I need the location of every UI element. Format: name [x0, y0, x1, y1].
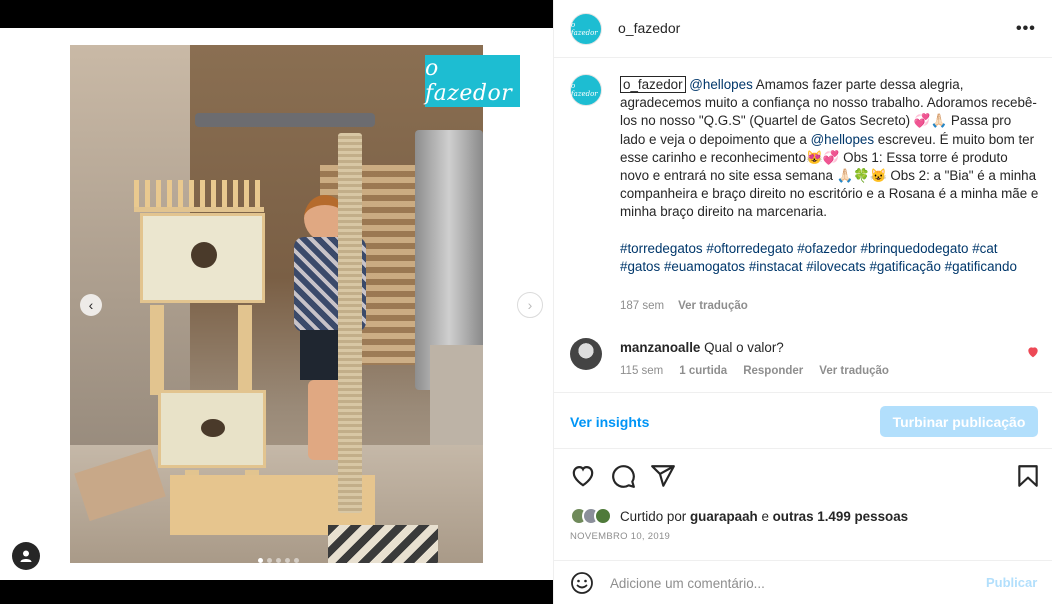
brand-logo-badge: o fazedor [425, 55, 520, 107]
caption-mention[interactable]: @hellopes [811, 132, 874, 147]
comment-icon[interactable] [610, 463, 636, 489]
insights-row: Ver insights Turbinar publicação [554, 392, 1052, 449]
more-options-icon[interactable]: ••• [1016, 20, 1036, 38]
commenter-username[interactable]: manzanoalle [620, 340, 700, 355]
caption-avatar[interactable]: o fazedor [570, 74, 602, 106]
chevron-right-icon: › [527, 297, 533, 313]
boost-post-label: Turbinar publicação [892, 413, 1026, 430]
hashtag-link[interactable]: #euamogatos [664, 259, 745, 274]
tower-leg [238, 305, 252, 395]
hashtag-link[interactable]: #torredegatos [620, 241, 703, 256]
hashtag-link[interactable]: #gatificando [945, 259, 1017, 274]
post-header: o fazedor o_fazedor ••• [554, 0, 1052, 58]
likes-prefix: Curtido por [620, 508, 687, 524]
chevron-left-icon: ‹ [88, 297, 94, 313]
publish-button[interactable]: Publicar [986, 575, 1037, 590]
view-insights-link[interactable]: Ver insights [570, 414, 649, 430]
cat-tower-rail [134, 180, 264, 212]
scratching-post [338, 133, 362, 513]
add-comment-bar: Publicar [554, 560, 1052, 604]
tagged-users-button[interactable] [12, 542, 40, 570]
hashtag-link[interactable]: #ofazedor [797, 241, 857, 256]
comment-translate-link[interactable]: Ver tradução [819, 365, 889, 377]
carousel-prev-button[interactable]: ‹ [80, 294, 102, 316]
comment-time[interactable]: 115 sem [620, 365, 663, 377]
hashtag-link[interactable]: #gatificação [869, 259, 940, 274]
avatar-logo-text: o fazedor [571, 21, 598, 37]
hashtag-link[interactable]: #cat [972, 241, 997, 256]
hashtag-link[interactable]: #ilovecats [806, 259, 866, 274]
box-hole [201, 419, 225, 437]
heart-filled-icon[interactable] [1026, 345, 1040, 359]
caption-area: o fazedor o_fazedor @hellopes Amamos faz… [554, 58, 1052, 392]
comment-reply-button[interactable]: Responder [743, 365, 803, 377]
hashtag-link[interactable]: #brinquedodegato [861, 241, 969, 256]
comment-likes[interactable]: 1 curtida [679, 365, 727, 377]
brand-logo-text: o fazedor [425, 56, 513, 106]
caption-translate-link[interactable]: Ver tradução [678, 300, 748, 312]
caption-time[interactable]: 187 sem [620, 300, 664, 312]
likes-others-link[interactable]: outras 1.499 pessoas [773, 509, 908, 524]
hashtag-link[interactable]: #instacat [749, 259, 803, 274]
caption-username[interactable]: o_fazedor [620, 76, 686, 93]
emoji-icon[interactable] [570, 571, 594, 595]
heart-icon[interactable] [570, 463, 596, 489]
hashtag-link[interactable]: #oftorredegato [706, 241, 793, 256]
hashtag-link[interactable]: #gatos [620, 259, 660, 274]
caption-hashtags: #torredegatos #oftorredegato #ofazedor #… [620, 240, 1040, 276]
carousel-next-button[interactable]: › [517, 292, 543, 318]
media-pane: o fazedor ‹ › [0, 0, 553, 604]
author-avatar[interactable]: o fazedor [570, 13, 602, 45]
carousel-dots [258, 558, 299, 563]
caption-meta: 187 sem Ver tradução [620, 300, 748, 312]
likes-connector: e [761, 508, 769, 524]
comment-body: Qual o valor? [704, 340, 784, 355]
likes-row: Curtido por guarapaah e outras 1.499 pes… [570, 507, 908, 525]
user-icon [20, 550, 32, 562]
cat-tower-box-lower [158, 390, 266, 468]
post-photo[interactable] [70, 45, 483, 563]
author-username[interactable]: o_fazedor [618, 20, 680, 36]
box-hole [191, 242, 217, 268]
post-details-panel: o fazedor o_fazedor ••• o fazedor o_faze… [553, 0, 1052, 604]
bookmark-icon[interactable] [1015, 463, 1041, 489]
comment-text: manzanoalle Qual o valor? [620, 340, 784, 355]
post-date[interactable]: NOVEMBRO 10, 2019 [570, 531, 670, 542]
post-viewer: o fazedor ‹ › o fazedor o_fazedor ••• o … [0, 0, 1052, 604]
liker-username[interactable]: guarapaah [690, 509, 758, 524]
caption-text: o_fazedor @hellopes Amamos fazer parte d… [620, 76, 1040, 276]
cat-tower-box-upper [140, 213, 265, 303]
caption-mention[interactable]: @hellopes [689, 77, 752, 92]
post-actions [554, 449, 1052, 503]
cat-tower-top [195, 113, 375, 127]
share-icon[interactable] [650, 463, 676, 489]
liker-avatars[interactable] [570, 507, 612, 525]
photo-rug [328, 525, 438, 563]
tower-leg [150, 305, 164, 395]
comment-input[interactable] [610, 573, 970, 593]
likes-summary: Curtido por guarapaah e outras 1.499 pes… [620, 509, 908, 524]
boost-post-button[interactable]: Turbinar publicação [880, 406, 1038, 437]
avatar-logo-text: o fazedor [571, 82, 598, 98]
comment-meta: 115 sem 1 curtida Responder Ver tradução [620, 365, 889, 377]
commenter-avatar[interactable] [570, 338, 602, 370]
